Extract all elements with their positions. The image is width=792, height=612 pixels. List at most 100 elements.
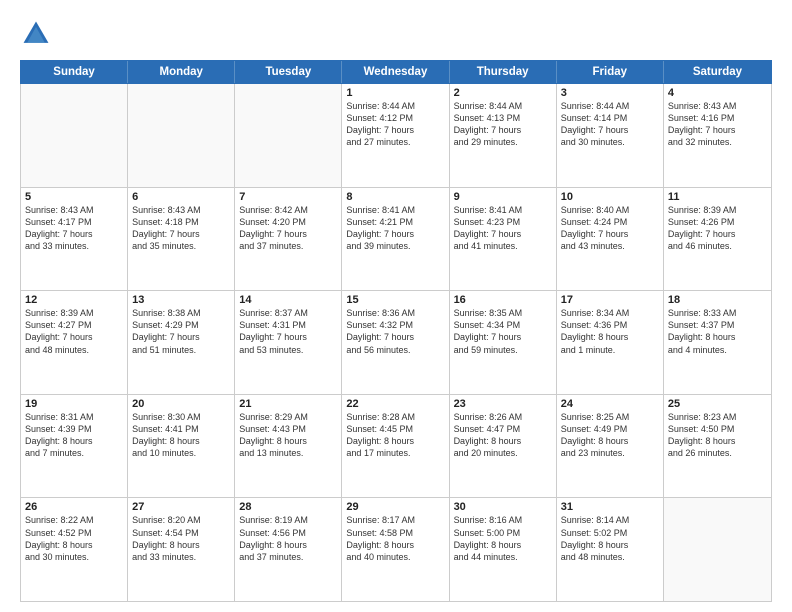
cell-info: Daylight: 7 hours [25, 331, 123, 343]
cell-info: and 43 minutes. [561, 240, 659, 252]
cell-info: Sunset: 4:39 PM [25, 423, 123, 435]
cell-info: Sunset: 4:45 PM [346, 423, 444, 435]
cell-info: Sunrise: 8:26 AM [454, 411, 552, 423]
weekday-header: Tuesday [235, 61, 342, 83]
cell-info: Sunset: 4:56 PM [239, 527, 337, 539]
cell-info: Sunset: 4:29 PM [132, 319, 230, 331]
cell-info: Sunset: 4:24 PM [561, 216, 659, 228]
calendar-header: SundayMondayTuesdayWednesdayThursdayFrid… [20, 60, 772, 84]
cell-info: Daylight: 7 hours [25, 228, 123, 240]
calendar-cell [664, 498, 771, 601]
weekday-header: Monday [128, 61, 235, 83]
cell-info: Daylight: 8 hours [454, 539, 552, 551]
cell-info: Daylight: 7 hours [132, 331, 230, 343]
weekday-header: Thursday [450, 61, 557, 83]
cell-info: Sunset: 4:20 PM [239, 216, 337, 228]
cell-info: and 4 minutes. [668, 344, 767, 356]
cell-info: Sunset: 4:18 PM [132, 216, 230, 228]
cell-info: and 27 minutes. [346, 136, 444, 148]
day-number: 12 [25, 294, 123, 306]
cell-info: Sunset: 4:43 PM [239, 423, 337, 435]
day-number: 26 [25, 501, 123, 513]
cell-info: Daylight: 7 hours [239, 228, 337, 240]
calendar-cell: 9Sunrise: 8:41 AMSunset: 4:23 PMDaylight… [450, 188, 557, 291]
cell-info: Sunset: 4:32 PM [346, 319, 444, 331]
calendar-cell: 22Sunrise: 8:28 AMSunset: 4:45 PMDayligh… [342, 395, 449, 498]
cell-info: and 56 minutes. [346, 344, 444, 356]
cell-info: and 35 minutes. [132, 240, 230, 252]
cell-info: Sunrise: 8:42 AM [239, 204, 337, 216]
cell-info: Sunrise: 8:44 AM [561, 100, 659, 112]
day-number: 14 [239, 294, 337, 306]
calendar-cell [21, 84, 128, 187]
day-number: 25 [668, 398, 767, 410]
cell-info: Sunset: 4:16 PM [668, 112, 767, 124]
day-number: 23 [454, 398, 552, 410]
cell-info: Sunrise: 8:36 AM [346, 307, 444, 319]
cell-info: Sunset: 5:02 PM [561, 527, 659, 539]
cell-info: and 29 minutes. [454, 136, 552, 148]
calendar-row: 26Sunrise: 8:22 AMSunset: 4:52 PM Dayligh… [21, 498, 771, 601]
calendar-cell: 10Sunrise: 8:40 AMSunset: 4:24 PMDayligh… [557, 188, 664, 291]
cell-info: Sunrise: 8:35 AM [454, 307, 552, 319]
cell-info: Sunset: 4:41 PM [132, 423, 230, 435]
day-number: 27 [132, 501, 230, 513]
day-number: 15 [346, 294, 444, 306]
cell-info: and 51 minutes. [132, 344, 230, 356]
cell-info: and 26 minutes. [668, 447, 767, 459]
cell-info: Sunrise: 8:40 AM [561, 204, 659, 216]
cell-info: and 48 minutes. [25, 344, 123, 356]
cell-info: Sunrise: 8:14 AM [561, 514, 659, 526]
calendar-row: 5Sunrise: 8:43 AMSunset: 4:17 PMDaylight… [21, 188, 771, 292]
cell-info: Sunrise: 8:38 AM [132, 307, 230, 319]
logo [20, 18, 56, 50]
weekday-header: Wednesday [342, 61, 449, 83]
cell-info: Sunrise: 8:29 AM [239, 411, 337, 423]
day-number: 8 [346, 191, 444, 203]
cell-info: Sunset: 4:47 PM [454, 423, 552, 435]
cell-info: and 30 minutes. [25, 551, 123, 563]
cell-info: Sunset: 4:52 PM [25, 527, 123, 539]
calendar-cell: 3Sunrise: 8:44 AMSunset: 4:14 PMDaylight… [557, 84, 664, 187]
cell-info: Daylight: 7 hours [668, 228, 767, 240]
cell-info: Sunset: 4:23 PM [454, 216, 552, 228]
calendar-cell: 5Sunrise: 8:43 AMSunset: 4:17 PMDaylight… [21, 188, 128, 291]
cell-info: and 37 minutes. [239, 240, 337, 252]
cell-info: Daylight: 8 hours [561, 435, 659, 447]
cell-info: Sunset: 4:58 PM [346, 527, 444, 539]
cell-info: and 13 minutes. [239, 447, 337, 459]
day-number: 19 [25, 398, 123, 410]
cell-info: Daylight: 7 hours [239, 331, 337, 343]
cell-info: Daylight: 8 hours [561, 539, 659, 551]
cell-info: Sunrise: 8:28 AM [346, 411, 444, 423]
cell-info: Sunset: 4:17 PM [25, 216, 123, 228]
calendar-cell [128, 84, 235, 187]
cell-info: and 20 minutes. [454, 447, 552, 459]
cell-info: Sunrise: 8:22 AM [25, 514, 123, 526]
cell-info: and 46 minutes. [668, 240, 767, 252]
cell-info: Sunset: 4:27 PM [25, 319, 123, 331]
cell-info: and 30 minutes. [561, 136, 659, 148]
cell-info: Daylight: 8 hours [561, 331, 659, 343]
cell-info: Daylight: 8 hours [454, 435, 552, 447]
cell-info: Daylight: 7 hours [561, 124, 659, 136]
cell-info: Daylight: 8 hours [239, 539, 337, 551]
cell-info: Sunset: 4:12 PM [346, 112, 444, 124]
cell-info: Daylight: 7 hours [132, 228, 230, 240]
calendar-cell: 25Sunrise: 8:23 AMSunset: 4:50 PMDayligh… [664, 395, 771, 498]
cell-info: Sunset: 4:14 PM [561, 112, 659, 124]
cell-info: Sunrise: 8:25 AM [561, 411, 659, 423]
cell-info: Sunset: 4:21 PM [346, 216, 444, 228]
cell-info: Daylight: 8 hours [132, 539, 230, 551]
calendar-cell: 20Sunrise: 8:30 AMSunset: 4:41 PMDayligh… [128, 395, 235, 498]
cell-info: Daylight: 8 hours [668, 331, 767, 343]
cell-info: Daylight: 7 hours [668, 124, 767, 136]
cell-info: and 53 minutes. [239, 344, 337, 356]
calendar-row: 19Sunrise: 8:31 AMSunset: 4:39 PMDayligh… [21, 395, 771, 499]
cell-info: Daylight: 8 hours [668, 435, 767, 447]
calendar-cell: 12Sunrise: 8:39 AMSunset: 4:27 PMDayligh… [21, 291, 128, 394]
calendar-cell: 14Sunrise: 8:37 AMSunset: 4:31 PMDayligh… [235, 291, 342, 394]
cell-info: Daylight: 7 hours [346, 124, 444, 136]
day-number: 9 [454, 191, 552, 203]
cell-info: and 33 minutes. [132, 551, 230, 563]
